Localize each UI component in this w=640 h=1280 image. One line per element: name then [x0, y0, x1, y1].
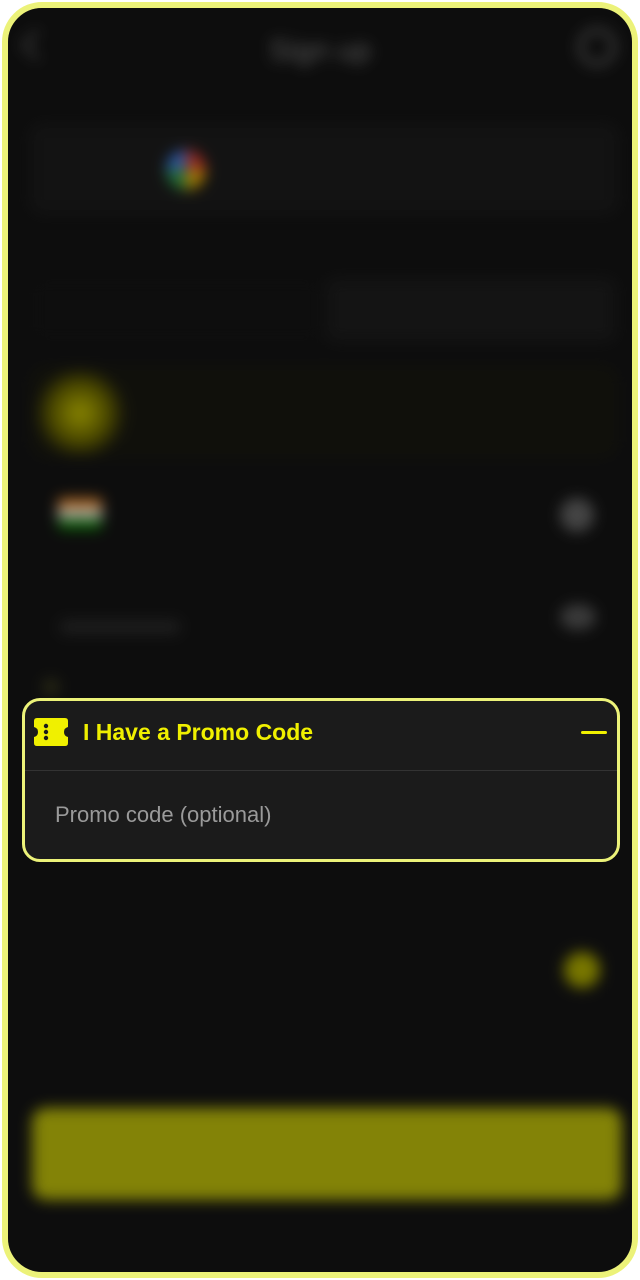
sign-up-button [32, 1108, 622, 1200]
promo-code-card: I Have a Promo Code [22, 698, 620, 862]
eye-icon [560, 604, 596, 630]
tab-phone [32, 278, 322, 342]
google-icon [166, 150, 206, 190]
password-field [60, 620, 180, 634]
country-flag-icon [58, 498, 102, 530]
bonus-illustration [30, 370, 130, 456]
support-icon [578, 28, 616, 66]
check-icon [42, 678, 60, 696]
terms-checkbox [564, 952, 600, 988]
ticket-icon [34, 718, 68, 746]
app-frame: Sign up I Have a Promo Code Promo code (… [2, 2, 638, 1278]
clear-icon [560, 498, 594, 532]
tab-email [326, 278, 616, 342]
blurred-background: Sign up [8, 8, 632, 1272]
page-title: Sign up [269, 34, 371, 67]
promo-code-header[interactable]: I Have a Promo Code [25, 701, 617, 771]
minus-icon[interactable] [577, 723, 611, 741]
promo-code-title: I Have a Promo Code [83, 719, 314, 745]
terms-box [30, 888, 618, 1056]
google-signin-button [30, 124, 618, 214]
promo-code-input[interactable] [25, 771, 617, 859]
